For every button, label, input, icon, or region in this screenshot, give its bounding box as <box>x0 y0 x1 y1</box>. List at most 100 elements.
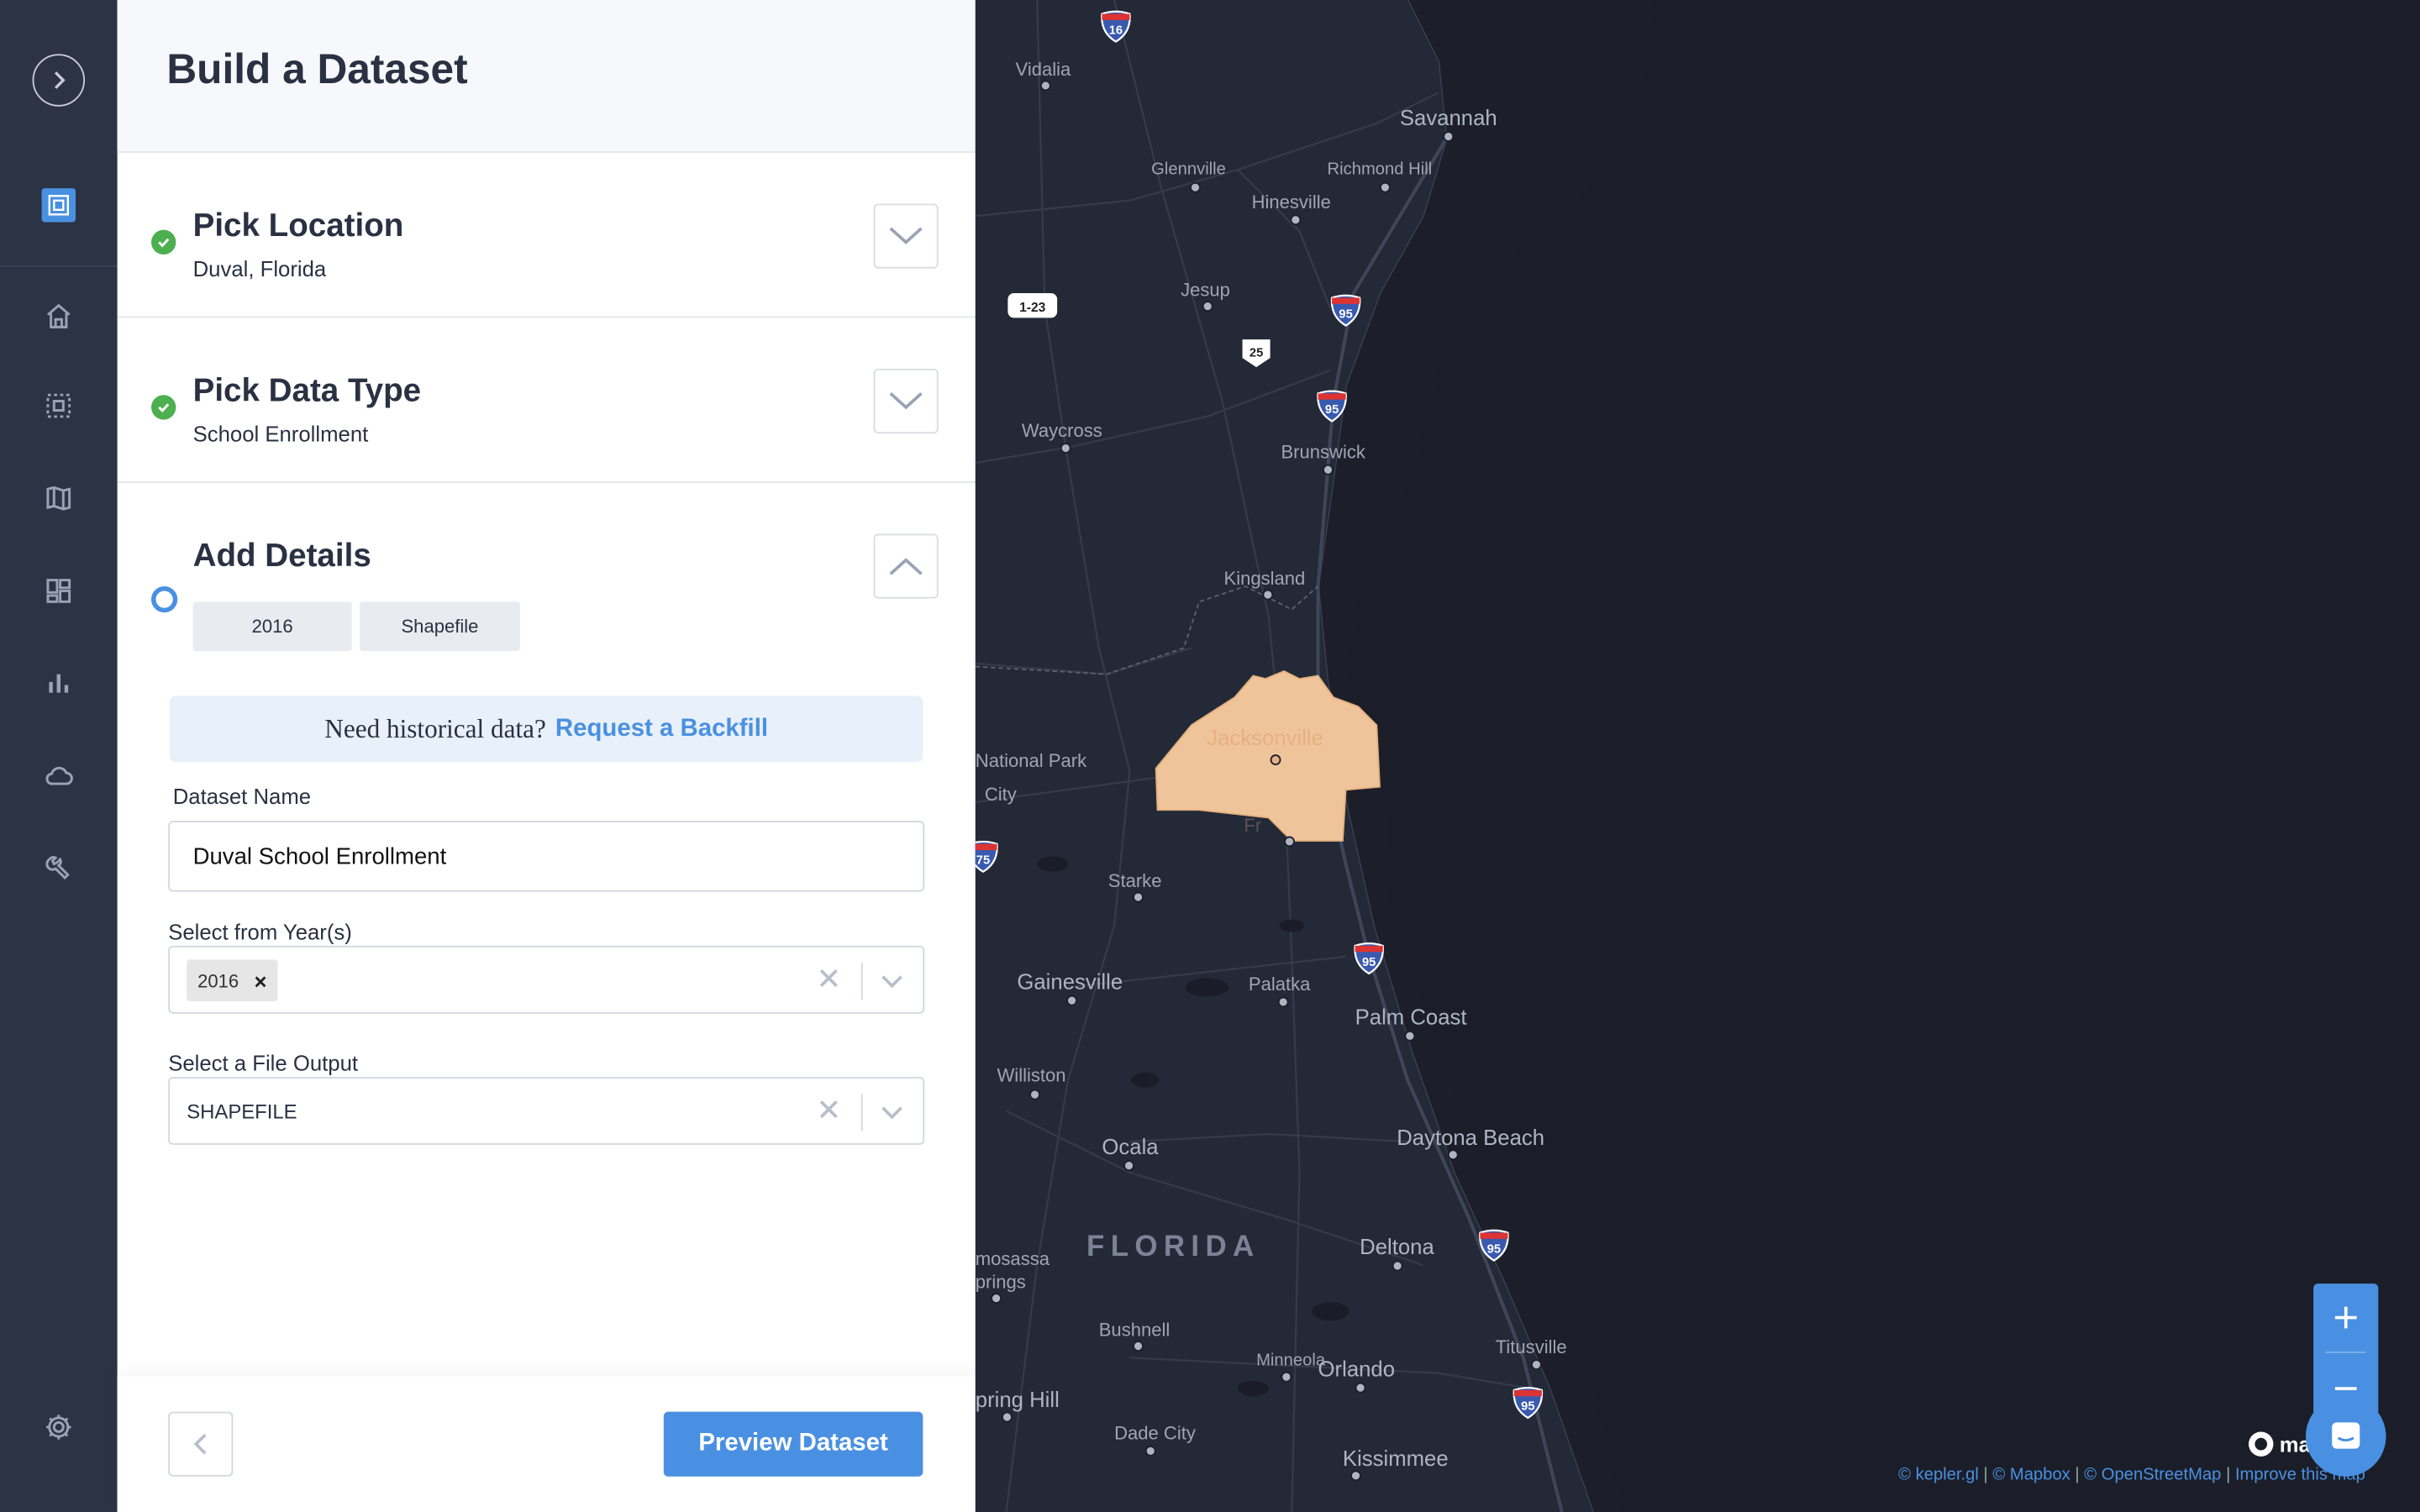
file-output-select[interactable]: SHAPEFILE <box>168 1077 925 1145</box>
city-label: City <box>984 784 1017 806</box>
expand-step-button[interactable] <box>873 203 939 269</box>
dataset-name-label: Dataset Name <box>172 784 312 809</box>
chat-icon <box>2332 1422 2360 1449</box>
cloud-button[interactable] <box>0 753 118 799</box>
check-icon <box>150 229 176 255</box>
detail-chip-format: Shapefile <box>359 601 520 652</box>
charts-button[interactable] <box>0 660 118 706</box>
attribution-mapbox-link[interactable]: © Mapbox <box>1992 1466 2070 1484</box>
highway-shield-icon: 95 <box>1328 293 1361 327</box>
backfill-banner: Need historical data? Request a Backfill <box>170 696 923 763</box>
back-button[interactable] <box>168 1411 234 1477</box>
backfill-question: Need historical data? <box>324 713 546 743</box>
city-label: Bushnell <box>1098 1319 1171 1341</box>
dashboard-icon <box>46 579 71 603</box>
kepler-logo-button[interactable] <box>0 182 118 228</box>
build-dataset-panel: Build a Dataset Pick Location Duval, Flo… <box>117 0 977 1512</box>
expand-step-button[interactable] <box>873 368 939 434</box>
city-label: Vidalia <box>1015 58 1071 81</box>
select-divider <box>860 963 863 1000</box>
city-dot <box>1270 754 1281 766</box>
years-label: Select from Year(s) <box>168 919 352 945</box>
year-tag: 2016 × <box>187 959 278 1002</box>
panel-footer: Preview Dataset <box>117 1376 976 1512</box>
city-label: Jesup <box>1181 279 1230 302</box>
icon-rail <box>0 0 118 1512</box>
attribution-kepler-link[interactable]: © kepler.gl <box>1898 1466 1979 1484</box>
panel-header: Build a Dataset <box>117 0 976 153</box>
bar-chart-icon <box>49 674 69 693</box>
selection-button[interactable] <box>0 383 118 429</box>
city-label: Kingsland <box>1223 567 1306 590</box>
home-icon <box>46 303 71 328</box>
mapbox-logo[interactable]: ma <box>2247 1431 2311 1458</box>
zoom-in-button[interactable] <box>2313 1284 2378 1352</box>
request-backfill-link[interactable]: Request a Backfill <box>555 715 768 743</box>
chevron-down-icon[interactable] <box>880 970 904 998</box>
wrench-icon <box>45 856 70 880</box>
city-label: mosassa <box>975 1247 1050 1270</box>
city-label: prings <box>975 1271 1026 1294</box>
highway-shield-icon: 75 <box>975 839 998 874</box>
city-dot <box>1190 181 1201 193</box>
state-label: FLORIDA <box>1086 1231 1260 1264</box>
step-subtitle: Duval, Florida <box>192 255 327 281</box>
city-label: Williston <box>997 1064 1066 1087</box>
chevron-down-icon <box>889 227 923 244</box>
map-button[interactable] <box>0 475 118 522</box>
city-label: Orlando <box>1318 1356 1396 1381</box>
shield-label: 95 <box>1521 1400 1534 1414</box>
city-label: Gainesville <box>1017 969 1123 994</box>
dashboard-button[interactable] <box>0 568 118 614</box>
city-label: Palatka <box>1248 973 1311 995</box>
step-title: Add Details <box>192 538 371 575</box>
collapse-step-button[interactable] <box>873 533 939 599</box>
city-label: Brunswick <box>1281 441 1365 464</box>
map-attribution: © kepler.gl | © Mapbox | © OpenStreetMap… <box>1898 1465 2365 1484</box>
city-dot <box>1350 1470 1361 1482</box>
city-label: Deltona <box>1360 1234 1434 1259</box>
city-dot <box>1447 1149 1459 1161</box>
city-label: Ocala <box>1102 1133 1159 1159</box>
highway-shield-icon: 95 <box>1352 941 1384 975</box>
city-label: Palm Coast <box>1355 1004 1467 1030</box>
clear-output-icon[interactable] <box>818 1099 839 1128</box>
city-label: Titusville <box>1495 1336 1567 1358</box>
shield-label: 75 <box>976 854 990 868</box>
home-button[interactable] <box>0 293 118 339</box>
chevron-up-icon <box>889 558 923 575</box>
remove-year-icon[interactable]: × <box>255 969 267 993</box>
shield-label: 1-23 <box>1019 301 1046 315</box>
step-subtitle: School Enrollment <box>192 421 369 446</box>
highway-shield-icon: 95 <box>1477 1228 1509 1262</box>
map-view[interactable]: 16 1-23 25 95 95 95 95 95 75 Vidalia Sav… <box>975 0 2420 1512</box>
attribution-osm-link[interactable]: © OpenStreetMap <box>2084 1466 2221 1484</box>
city-dot <box>1355 1382 1366 1394</box>
preview-dataset-button[interactable]: Preview Dataset <box>663 1411 923 1477</box>
settings-icon <box>46 1415 71 1440</box>
clear-years-icon[interactable] <box>818 968 839 997</box>
settings-button[interactable] <box>0 1404 118 1450</box>
chevron-down-icon[interactable] <box>880 1101 904 1129</box>
chat-button[interactable] <box>2306 1396 2386 1477</box>
step-pick-location: Pick Location Duval, Florida <box>117 153 976 318</box>
city-dot <box>1531 1359 1542 1370</box>
city-dot <box>1060 443 1071 454</box>
active-step-icon <box>150 585 178 613</box>
year-tag-label: 2016 <box>197 969 239 992</box>
city-dot <box>1443 131 1455 142</box>
improve-map-link[interactable]: Improve this map <box>2235 1466 2365 1484</box>
dataset-name-input[interactable] <box>168 821 925 892</box>
city-dot <box>1277 996 1289 1008</box>
tools-button[interactable] <box>0 846 118 892</box>
select-divider <box>860 1094 863 1131</box>
map-icon <box>46 486 71 511</box>
shield-label: 16 <box>1109 24 1123 37</box>
expand-button[interactable] <box>0 50 118 111</box>
chevron-down-icon <box>889 391 923 410</box>
mapbox-logo-icon <box>2249 1431 2274 1457</box>
years-select[interactable]: 2016 × <box>168 945 925 1014</box>
kepler-logo-icon <box>41 188 76 223</box>
chevron-left-icon <box>193 1433 207 1455</box>
file-output-value: SHAPEFILE <box>187 1100 297 1124</box>
